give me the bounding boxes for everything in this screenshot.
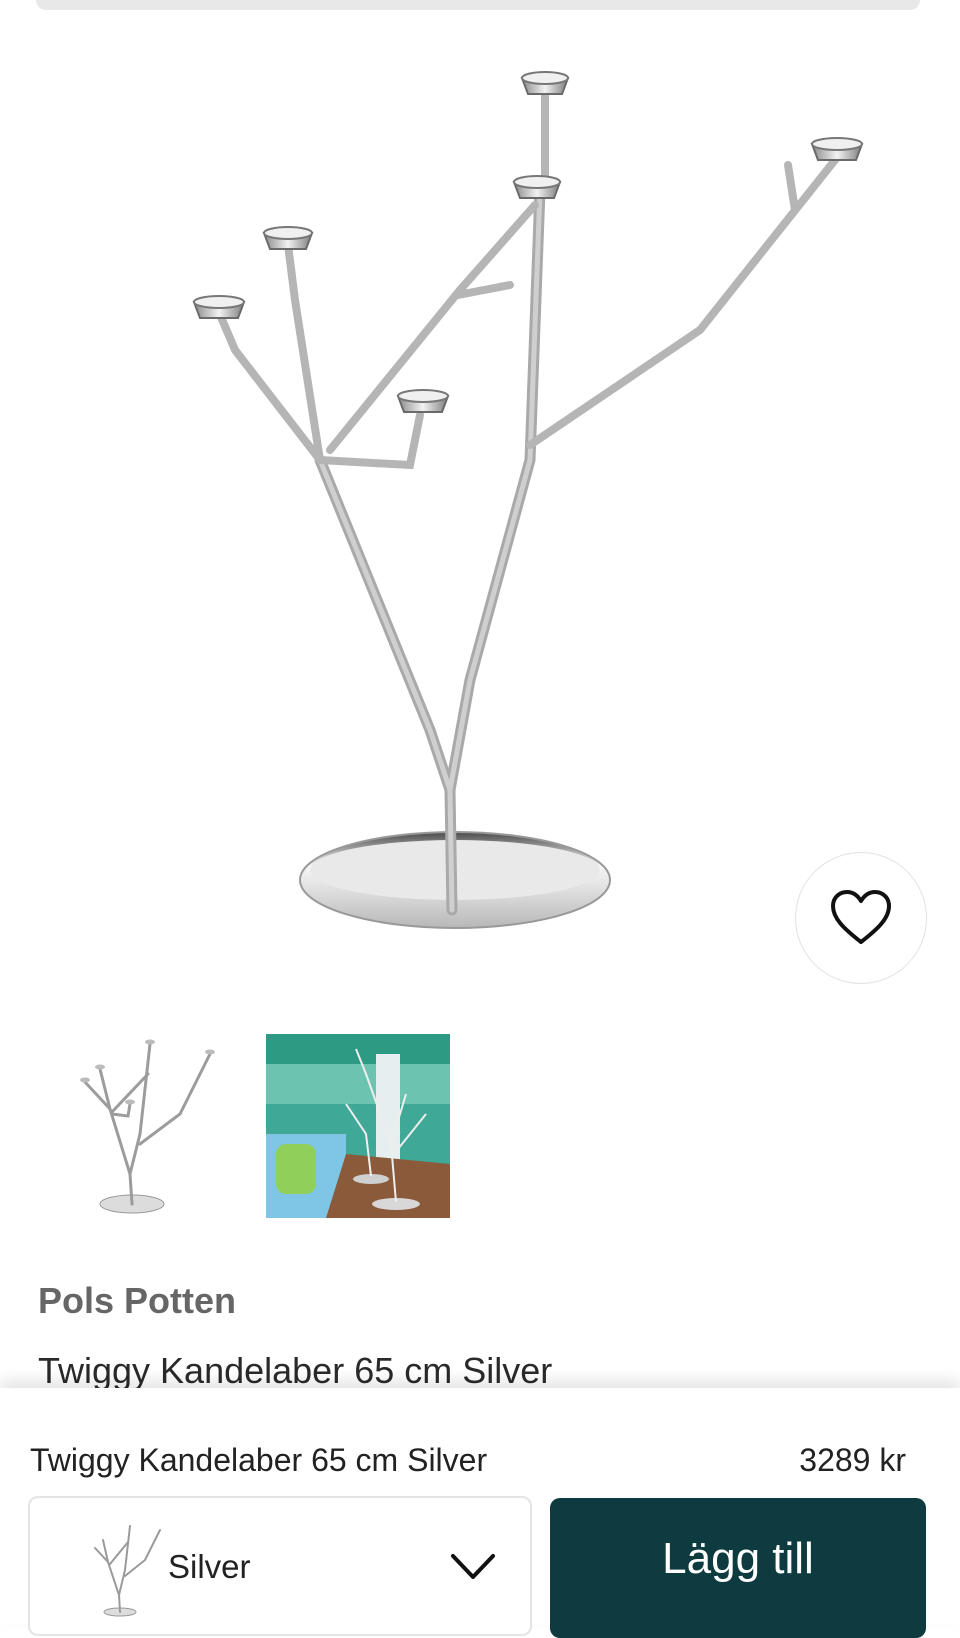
thumbnail-product[interactable] bbox=[40, 1034, 224, 1218]
purchase-bar: Twiggy Kandelaber 65 cm Silver 3289 kr S… bbox=[0, 1388, 960, 1638]
variant-label: Silver bbox=[168, 1548, 251, 1585]
product-title: Twiggy Kandelaber 65 cm Silver bbox=[38, 1350, 553, 1391]
variant-select[interactable]: Silver bbox=[28, 1496, 532, 1636]
purchase-bar-title: Twiggy Kandelaber 65 cm Silver bbox=[30, 1442, 488, 1478]
add-to-cart-button[interactable]: Lägg till bbox=[550, 1498, 926, 1638]
top-bar bbox=[36, 0, 920, 10]
variant-thumbnail bbox=[94, 1525, 161, 1617]
favorite-button[interactable] bbox=[795, 852, 927, 984]
candelabra-thumbnail bbox=[80, 1039, 215, 1214]
candelabra-lifestyle-thumbnail bbox=[266, 1034, 450, 1218]
thumbnail-lifestyle[interactable] bbox=[266, 1034, 450, 1218]
product-main-image bbox=[192, 71, 864, 929]
purchase-bar-price: 3289 kr bbox=[799, 1442, 906, 1478]
heart-icon bbox=[831, 890, 891, 944]
chevron-down-icon bbox=[451, 1554, 495, 1579]
brand-name[interactable]: Pols Potten bbox=[38, 1280, 236, 1322]
